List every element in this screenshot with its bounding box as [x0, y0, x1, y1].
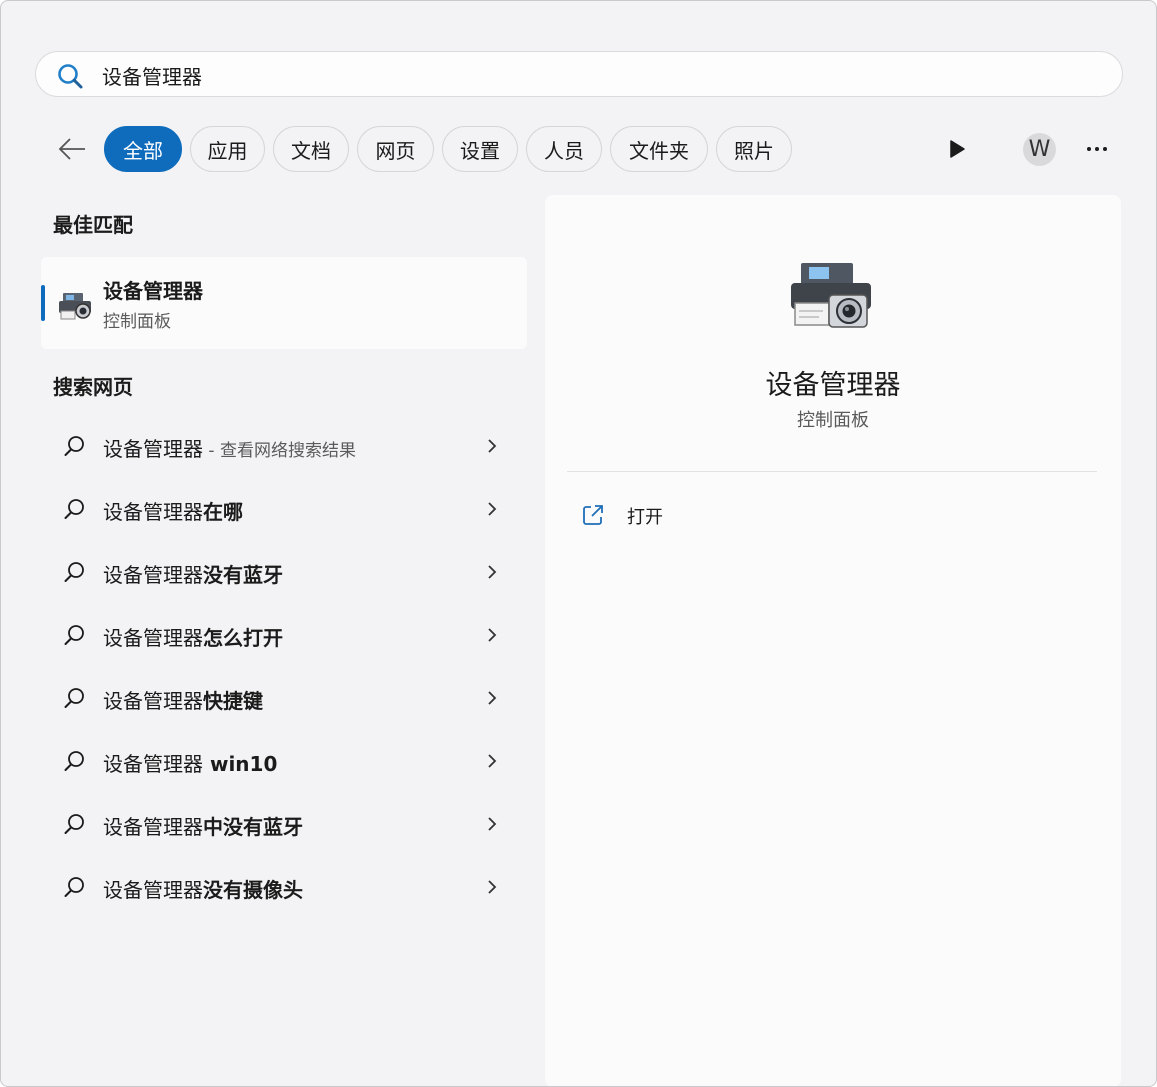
chevron-right-icon — [485, 626, 499, 648]
search-input[interactable] — [100, 52, 1104, 98]
best-match-subtitle: 控制面板 — [103, 312, 171, 332]
web-result-row[interactable]: 设备管理器快捷键 — [53, 673, 513, 723]
preview-title: 设备管理器 — [765, 370, 901, 401]
search-icon — [63, 560, 87, 588]
web-result-row[interactable]: 设备管理器在哪 — [53, 484, 513, 534]
chevron-right-icon — [485, 563, 499, 585]
search-bar[interactable] — [35, 51, 1123, 98]
tab-all[interactable]: 全部 — [104, 126, 182, 172]
device-manager-icon — [787, 259, 877, 339]
web-result-row[interactable]: 设备管理器没有蓝牙 — [53, 547, 513, 597]
tab-documents[interactable]: 文档 — [273, 126, 349, 172]
open-button[interactable]: 打开 — [581, 501, 781, 531]
tab-web[interactable]: 网页 — [357, 126, 434, 172]
web-result-text: 设备管理器在哪 — [103, 500, 243, 524]
search-icon — [63, 434, 87, 462]
web-result-row[interactable]: 设备管理器中没有蓝牙 — [53, 799, 513, 849]
play-icon[interactable] — [945, 137, 969, 161]
search-icon — [56, 62, 84, 94]
more-icon[interactable] — [1083, 137, 1113, 161]
open-external-icon — [581, 503, 605, 531]
search-icon — [63, 686, 87, 714]
tab-apps[interactable]: 应用 — [190, 126, 265, 172]
web-result-row[interactable]: 设备管理器 - 查看网络搜索结果 — [53, 421, 513, 471]
web-result-row[interactable]: 设备管理器 win10 — [53, 736, 513, 786]
chevron-right-icon — [485, 815, 499, 837]
search-icon — [63, 875, 87, 903]
web-result-text: 设备管理器没有摄像头 — [103, 878, 303, 902]
chevron-right-icon — [485, 437, 499, 459]
search-icon — [63, 623, 87, 651]
web-result-row[interactable]: 设备管理器没有摄像头 — [53, 862, 513, 912]
tab-folders[interactable]: 文件夹 — [610, 126, 708, 172]
device-manager-icon — [57, 289, 93, 325]
tab-photos[interactable]: 照片 — [716, 126, 792, 172]
open-label: 打开 — [627, 507, 663, 528]
divider — [567, 471, 1097, 472]
selection-indicator — [41, 285, 45, 321]
back-arrow-icon[interactable] — [55, 133, 89, 165]
web-search-heading: 搜索网页 — [53, 375, 133, 399]
avatar[interactable]: W — [1023, 133, 1056, 166]
search-icon — [63, 812, 87, 840]
best-match-card[interactable]: 设备管理器 控制面板 — [41, 257, 527, 349]
chevron-right-icon — [485, 752, 499, 774]
search-icon — [63, 749, 87, 777]
best-match-title: 设备管理器 — [103, 279, 203, 303]
tab-people[interactable]: 人员 — [526, 126, 602, 172]
web-result-text: 设备管理器快捷键 — [103, 689, 263, 713]
web-result-text: 设备管理器 - 查看网络搜索结果 — [103, 437, 356, 461]
web-result-text: 设备管理器没有蓝牙 — [103, 563, 283, 587]
best-match-heading: 最佳匹配 — [53, 213, 133, 237]
preview-subtitle: 控制面板 — [797, 410, 869, 431]
chevron-right-icon — [485, 689, 499, 711]
web-result-text: 设备管理器中没有蓝牙 — [103, 815, 303, 839]
search-panel: 全部 应用 文档 网页 设置 人员 文件夹 照片 W 最佳匹配 — [0, 0, 1157, 1087]
web-result-text: 设备管理器怎么打开 — [103, 626, 283, 650]
web-result-text: 设备管理器 win10 — [103, 752, 278, 776]
chevron-right-icon — [485, 878, 499, 900]
chevron-right-icon — [485, 500, 499, 522]
search-icon — [63, 497, 87, 525]
tab-settings[interactable]: 设置 — [442, 126, 518, 172]
web-result-row[interactable]: 设备管理器怎么打开 — [53, 610, 513, 660]
preview-pane: 设备管理器 控制面板 打开 — [545, 195, 1121, 1086]
